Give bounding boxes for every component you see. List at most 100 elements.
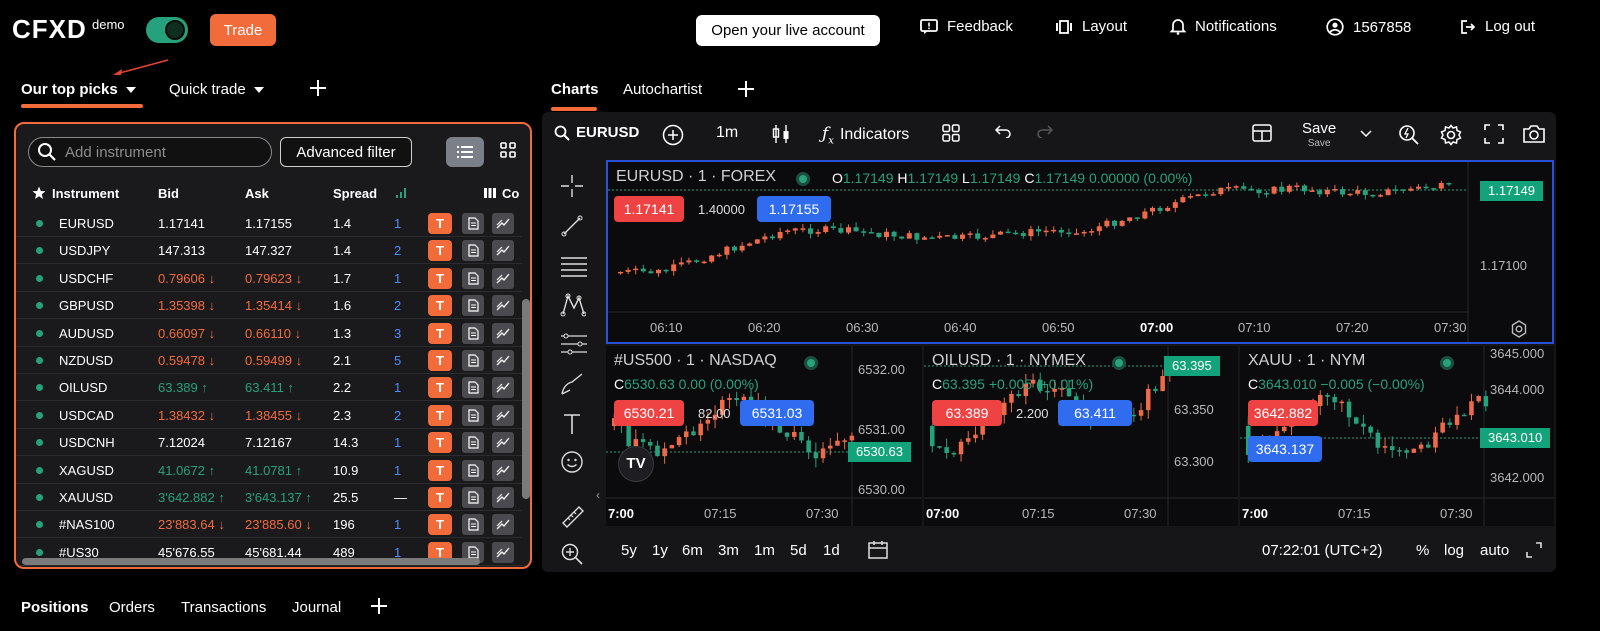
range-5d-button[interactable]: 5d xyxy=(790,542,807,559)
undo-button[interactable] xyxy=(994,124,1012,138)
sell-price-button[interactable]: 63.389 xyxy=(932,400,1002,426)
interval-button[interactable]: 1m xyxy=(716,124,738,142)
sell-price-button[interactable]: 3642.882 xyxy=(1248,400,1318,426)
chart-row-button[interactable] xyxy=(492,322,514,344)
tab-charts[interactable]: Charts xyxy=(551,81,599,98)
trade-row-button[interactable]: T xyxy=(428,322,452,344)
trade-row-button[interactable]: T xyxy=(428,432,452,454)
buy-price-button[interactable]: 63.411 xyxy=(1058,400,1132,426)
settings-button[interactable] xyxy=(1440,124,1462,146)
signal-icon[interactable] xyxy=(396,188,406,198)
chart-row-button[interactable] xyxy=(492,267,514,289)
trade-row-button[interactable]: T xyxy=(428,240,452,262)
range-1m-button[interactable]: 1m xyxy=(754,542,775,559)
range-1y-button[interactable]: 1y xyxy=(652,542,668,559)
main-chart-pane[interactable]: EURUSD · 1 · FOREX O1.17149 H1.17149 L1.… xyxy=(606,160,1554,344)
table-row[interactable]: USDCHF 0.79606 ↓ 0.79623 ↓ 1.7 1 T xyxy=(16,265,522,292)
add-left-tab-button[interactable] xyxy=(309,79,327,97)
vertical-scrollbar[interactable] xyxy=(522,299,530,499)
pattern-icon[interactable] xyxy=(560,292,586,318)
date-range-icon[interactable] xyxy=(868,540,888,560)
search-field[interactable] xyxy=(28,137,272,167)
star-icon[interactable] xyxy=(32,186,46,200)
chart-row-button[interactable] xyxy=(492,295,514,317)
save-menu-button[interactable] xyxy=(1360,130,1372,138)
account-button[interactable]: 1567858 xyxy=(1326,18,1411,36)
pane-settings-icon[interactable] xyxy=(1510,320,1528,338)
chart-row-button[interactable] xyxy=(492,432,514,454)
info-button[interactable] xyxy=(462,295,484,317)
maximize-icon[interactable] xyxy=(1526,542,1542,558)
tab-autochartist[interactable]: Autochartist xyxy=(623,81,702,98)
collapse-toolbar-icon[interactable]: ‹ xyxy=(596,488,600,502)
buy-price-button[interactable]: 1.17155 xyxy=(757,196,831,222)
columns-icon[interactable] xyxy=(484,188,496,198)
trade-row-button[interactable]: T xyxy=(428,213,452,234)
logout-button[interactable]: Log out xyxy=(1460,18,1535,35)
auto-toggle[interactable]: auto xyxy=(1480,542,1509,559)
range-1d-button[interactable]: 1d xyxy=(823,542,840,559)
emoji-icon[interactable] xyxy=(560,450,584,474)
notifications-button[interactable]: Notifications xyxy=(1170,18,1277,35)
table-row[interactable]: OILUSD 63.389 ↑ 63.411 ↑ 2.2 1 T xyxy=(16,374,522,402)
plus-icon[interactable] xyxy=(371,598,387,614)
main-chart-canvas[interactable] xyxy=(608,162,1552,342)
tab-our-top-picks[interactable]: Our top picks xyxy=(21,81,136,98)
grid-view-button[interactable] xyxy=(500,142,516,158)
redo-button[interactable] xyxy=(1036,124,1054,138)
table-row[interactable]: USDCAD 1.38432 ↓ 1.38455 ↓ 2.3 2 T xyxy=(16,402,522,429)
chart-type-button[interactable] xyxy=(772,124,790,144)
trend-line-icon[interactable] xyxy=(560,214,584,238)
fullscreen-button[interactable] xyxy=(1484,124,1504,144)
table-row[interactable]: USDCNH 7.12024 7.12167 14.3 1 T xyxy=(16,429,522,457)
range-6m-button[interactable]: 6m xyxy=(682,542,703,559)
table-row[interactable]: NZDUSD 0.59478 ↓ 0.59499 ↓ 2.1 5 T xyxy=(16,347,522,374)
tab-journal[interactable]: Journal xyxy=(292,599,341,616)
compare-button[interactable] xyxy=(662,124,684,146)
chart-row-button[interactable] xyxy=(492,404,514,426)
tab-transactions[interactable]: Transactions xyxy=(181,599,266,616)
trade-row-button[interactable]: T xyxy=(428,404,452,426)
tab-quick-trade[interactable]: Quick trade xyxy=(169,81,264,98)
col-co[interactable]: Co xyxy=(502,186,519,201)
zoom-in-icon[interactable] xyxy=(560,542,584,566)
sub-chart-pane[interactable]: #US500 · 1 · NASDAQ C6530.63 0.00 (0.00%)… xyxy=(606,346,922,526)
info-button[interactable] xyxy=(462,240,484,262)
trade-row-button[interactable]: T xyxy=(428,377,452,399)
trade-row-button[interactable]: T xyxy=(428,350,452,371)
tab-orders[interactable]: Orders xyxy=(109,599,155,616)
advanced-filter-button[interactable]: Advanced filter xyxy=(280,137,412,167)
alert-button[interactable] xyxy=(1398,124,1420,146)
table-row[interactable]: #NAS100 23'883.64 ↓ 23'885.60 ↓ 196 1 T xyxy=(16,511,522,539)
chart-row-button[interactable] xyxy=(492,487,514,508)
open-live-account-button[interactable]: Open your live account xyxy=(696,15,880,46)
range-5y-button[interactable]: 5y xyxy=(621,542,637,559)
crosshair-icon[interactable] xyxy=(560,174,584,198)
col-instrument[interactable]: Instrument xyxy=(52,186,119,201)
search-input[interactable] xyxy=(65,143,265,161)
text-tool-icon[interactable] xyxy=(560,412,584,436)
chart-row-button[interactable] xyxy=(492,514,514,536)
demo-live-toggle[interactable] xyxy=(146,17,188,43)
info-button[interactable] xyxy=(462,514,484,536)
col-spread[interactable]: Spread xyxy=(333,186,377,201)
info-button[interactable] xyxy=(462,487,484,508)
chart-row-button[interactable] xyxy=(492,213,514,234)
trade-row-button[interactable]: T xyxy=(428,514,452,536)
info-button[interactable] xyxy=(462,377,484,399)
col-bid[interactable]: Bid xyxy=(158,186,179,201)
add-right-tab-button[interactable] xyxy=(737,80,755,98)
info-button[interactable] xyxy=(462,432,484,454)
table-row[interactable]: USDJPY 147.313 147.327 1.4 2 T xyxy=(16,237,522,265)
projection-icon[interactable] xyxy=(560,332,588,356)
chart-row-button[interactable] xyxy=(492,459,514,481)
info-button[interactable] xyxy=(462,213,484,234)
percent-toggle[interactable]: % xyxy=(1416,542,1429,559)
trade-row-button[interactable]: T xyxy=(428,459,452,481)
save-button[interactable]: Save Save xyxy=(1302,121,1336,149)
info-button[interactable] xyxy=(462,350,484,371)
table-row[interactable]: XAUUSD 3'642.882 ↑ 3'643.137 ↑ 25.5— T xyxy=(16,484,522,511)
screenshot-button[interactable] xyxy=(1522,124,1546,144)
table-row[interactable]: GBPUSD 1.35398 ↓ 1.35414 ↓ 1.6 2 T xyxy=(16,292,522,320)
info-button[interactable] xyxy=(462,322,484,344)
